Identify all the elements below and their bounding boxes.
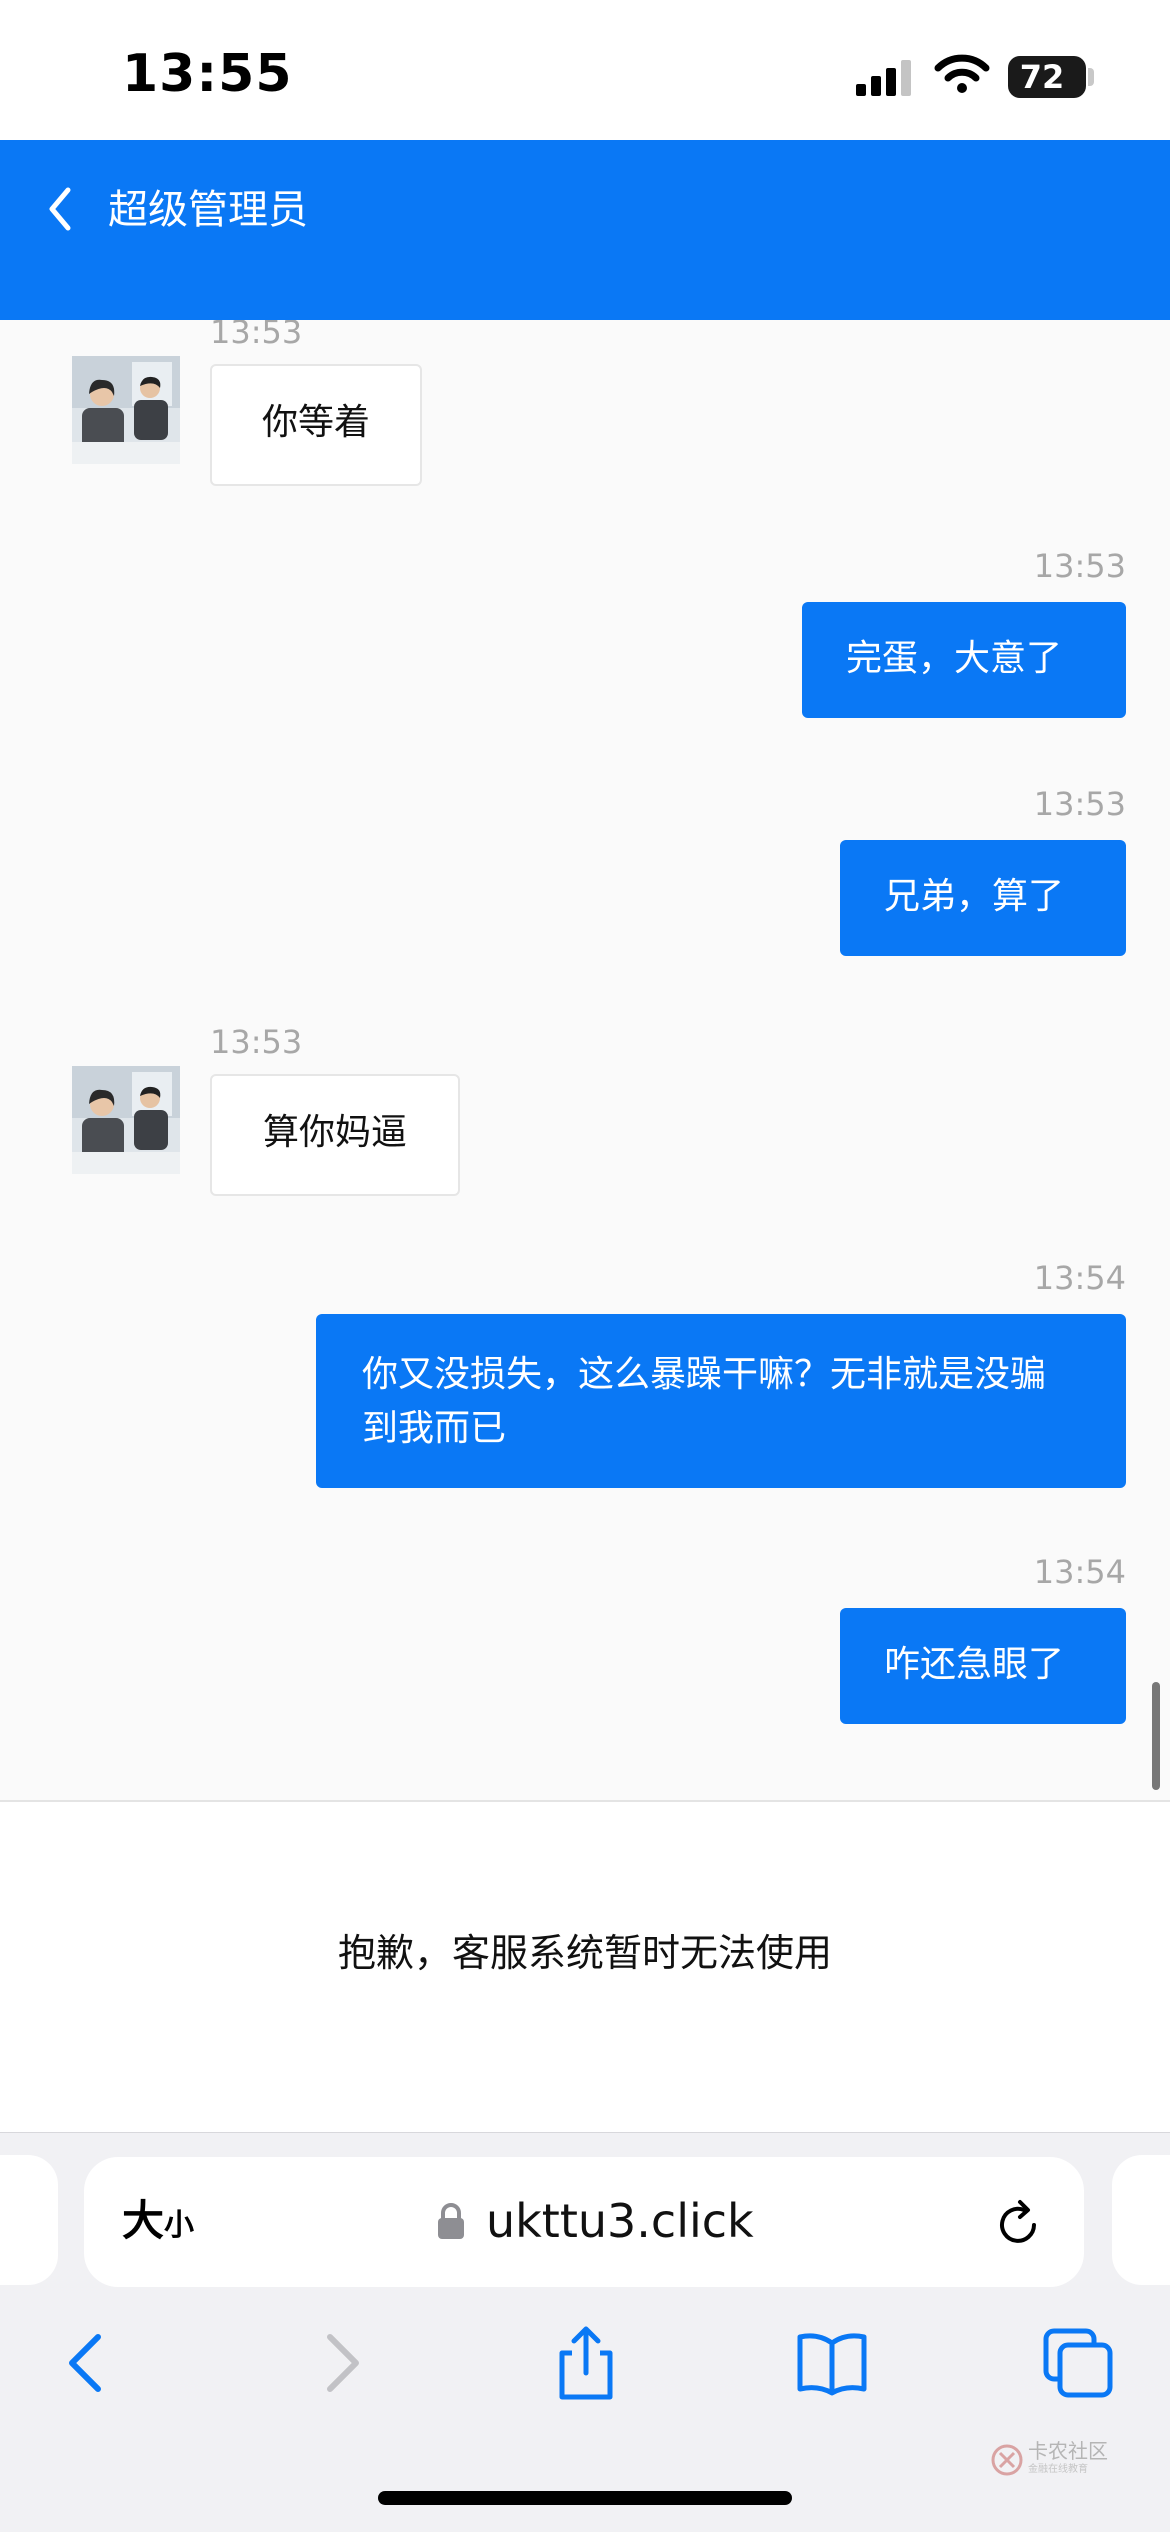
home-indicator [378,2491,792,2505]
text-size-small-label: 小 [164,2208,195,2243]
outgoing-message-bubble: 完蛋，大意了 [802,602,1126,718]
text-size-button[interactable]: 大小 [122,2191,194,2251]
message-time: 13:53 [210,320,303,351]
watermark-subtext: 金融在线教育 [1028,2464,1088,2475]
reload-icon[interactable] [994,2197,1044,2249]
text-size-big-label: 大 [122,2196,165,2245]
outgoing-message-bubble: 你又没损失，这么暴躁干嘛？无非就是没骗到我而已 [316,1314,1126,1488]
battery-level: 72 [1019,58,1065,96]
message-time: 13:54 [1033,1553,1126,1591]
outgoing-message-bubble: 兄弟，算了 [840,840,1126,956]
watermark-text: 卡农社区 [1028,2439,1108,2463]
watermark: 卡农社区 金融在线教育 [990,2439,1150,2483]
chat-title: 超级管理员 [108,187,308,233]
status-time: 13:55 [122,44,293,104]
message-time: 13:53 [1033,785,1126,823]
battery-cap [1088,68,1094,86]
incoming-message-bubble: 你等着 [210,364,422,486]
previous-tab-preview[interactable] [0,2155,58,2285]
back-chevron-icon[interactable] [40,180,80,238]
tabs-icon[interactable] [1038,2323,1118,2403]
back-icon[interactable] [48,2323,128,2403]
page: 13:55 72 超级管理员 13:53 你等着 13:53 完蛋，大意了 13… [0,0,1170,2532]
message-time: 13:53 [1033,547,1126,585]
agent-avatar-image [72,356,180,464]
address-bar[interactable]: 大小 ukttu3.click [84,2157,1084,2287]
scroll-indicator[interactable] [1152,1682,1160,1790]
service-unavailable-panel: 抱歉，客服系统暂时无法使用 [0,1802,1170,2132]
browser-toolbar: 大小 ukttu3.click 卡农社区 金融在线教育 [0,2132,1170,2532]
watermark-logo-icon [991,2444,1023,2476]
incoming-message-bubble: 算你妈逼 [210,1074,460,1196]
url-text[interactable]: ukttu3.click [486,2191,754,2251]
share-icon[interactable] [546,2323,626,2403]
status-bar: 13:55 72 [0,0,1170,140]
app-header: 超级管理员 [0,140,1170,320]
agent-avatar [72,1066,180,1174]
chat-messages[interactable]: 13:53 你等着 13:53 完蛋，大意了 13:53 兄弟，算了 13:53 [0,320,1170,1800]
battery-icon: 72 [1008,56,1086,98]
forward-icon[interactable] [300,2323,380,2403]
agent-avatar-image [72,1066,180,1174]
outgoing-message-bubble: 咋还急眼了 [840,1608,1126,1724]
cellular-signal-icon [856,60,911,96]
lock-icon [438,2203,464,2239]
next-tab-preview[interactable] [1112,2155,1170,2285]
message-time: 13:54 [1033,1259,1126,1297]
wifi-icon [934,54,990,93]
bookmarks-icon[interactable] [792,2323,872,2403]
service-unavailable-text: 抱歉，客服系统暂时无法使用 [337,1931,832,1975]
agent-avatar [72,356,180,464]
message-time: 13:53 [210,1023,303,1061]
